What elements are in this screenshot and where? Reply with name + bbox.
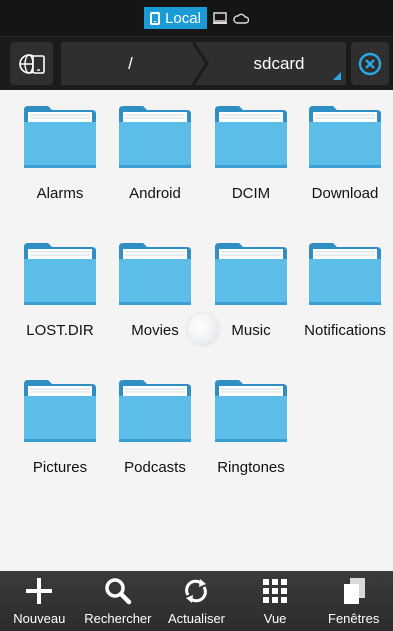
breadcrumb: / sdcard (61, 42, 346, 85)
folder-icon (24, 380, 96, 442)
network-button[interactable] (10, 42, 53, 85)
breadcrumb-current[interactable]: sdcard (209, 42, 346, 85)
search-label: Rechercher (84, 611, 152, 626)
folder-label: Notifications (304, 322, 386, 339)
folder-label: Pictures (32, 459, 88, 476)
cloud-icon[interactable] (233, 12, 249, 25)
folder-icon (215, 243, 287, 305)
local-mode-label: Local (165, 9, 201, 27)
folder-item[interactable]: DCIM (203, 90, 299, 220)
folder-icon (309, 243, 381, 305)
breadcrumb-root[interactable]: / (61, 42, 200, 85)
phone-icon (150, 11, 161, 25)
folder-icon (24, 243, 96, 305)
breadcrumb-separator-icon (191, 42, 209, 85)
plus-icon (26, 578, 53, 604)
folder-icon (24, 106, 96, 168)
search-icon (105, 578, 132, 605)
windows-label: Fenêtres (328, 611, 380, 626)
folder-icon (215, 380, 287, 442)
folder-icon (309, 106, 381, 168)
close-path-button[interactable] (351, 42, 389, 85)
dropdown-corner-icon[interactable] (333, 72, 341, 80)
close-circle-icon (358, 52, 382, 75)
folder-item[interactable]: Notifications (297, 227, 393, 357)
bottom-toolbar: Nouveau Rechercher Actualiser Vue Fenêtr… (0, 571, 393, 631)
folder-item[interactable]: Android (107, 90, 203, 220)
new-label: Nouveau (13, 611, 66, 626)
refresh-label: Actualiser (167, 611, 226, 626)
folder-icon (119, 380, 191, 442)
folder-item[interactable]: Pictures (12, 364, 108, 494)
grid-view-icon (263, 579, 288, 603)
windows-button[interactable]: Fenêtres (314, 571, 393, 631)
folder-item[interactable]: Ringtones (203, 364, 299, 494)
refresh-icon (185, 579, 208, 603)
loading-spinner (187, 313, 219, 345)
new-button[interactable]: Nouveau (0, 571, 79, 631)
storage-mode-bar: Local (0, 0, 393, 36)
folder-item[interactable]: LOST.DIR (12, 227, 108, 357)
refresh-button[interactable]: Actualiser (157, 571, 236, 631)
folder-label: LOST.DIR (26, 322, 94, 339)
folder-item[interactable]: Music (203, 227, 299, 357)
folder-label: Podcasts (124, 459, 186, 476)
computer-icon[interactable] (212, 11, 227, 25)
folder-item[interactable]: Podcasts (107, 364, 203, 494)
folder-label: Download (311, 185, 379, 202)
file-grid: Alarms Android DCIM Download LOST.DIR Mo… (0, 90, 393, 571)
globe-device-icon (18, 53, 45, 74)
folder-item[interactable]: Alarms (12, 90, 108, 220)
view-button[interactable]: Vue (236, 571, 315, 631)
folder-item[interactable]: Download (297, 90, 393, 220)
path-bar: / sdcard (0, 36, 393, 90)
folder-icon (119, 243, 191, 305)
windows-stack-icon (343, 578, 365, 604)
folder-icon (215, 106, 287, 168)
folder-label: Ringtones (217, 459, 285, 476)
folder-label: Android (129, 185, 181, 202)
folder-label: Alarms (36, 185, 84, 202)
search-button[interactable]: Rechercher (79, 571, 158, 631)
breadcrumb-current-label: sdcard (253, 53, 305, 73)
view-label: Vue (263, 611, 287, 626)
breadcrumb-root-label: / (128, 53, 133, 73)
folder-label: DCIM (231, 185, 271, 202)
local-mode-tab[interactable]: Local (144, 7, 207, 29)
folder-icon (119, 106, 191, 168)
